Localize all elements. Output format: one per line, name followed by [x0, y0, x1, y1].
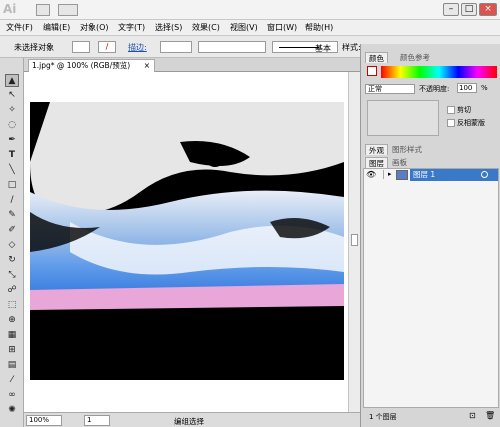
maximize-button[interactable]: □: [461, 3, 477, 16]
invert-mask-label: 反相蒙版: [457, 119, 485, 127]
target-circle-icon[interactable]: [481, 171, 488, 178]
menu-object[interactable]: 对象(O): [80, 22, 109, 33]
visibility-eye-icon[interactable]: 👁: [366, 170, 376, 179]
menu-type[interactable]: 文字(T): [118, 22, 145, 33]
layer-name-highlight[interactable]: 图层 1: [410, 169, 498, 181]
tab-artboards[interactable]: 画板: [389, 157, 410, 168]
arrange-documents-button[interactable]: [58, 4, 78, 16]
tab-appearance[interactable]: 外观: [365, 144, 388, 155]
clip-label: 剪切: [457, 106, 471, 114]
panel-dock: 颜色 颜色参考 正常 不透明度: 100 % 剪切 反相蒙版 外观 图形样式 图…: [360, 44, 500, 427]
document-tab-title: 1.jpg* @ 100% (RGB/预览): [32, 61, 131, 70]
stroke-weight-field[interactable]: [160, 41, 192, 53]
fill-stroke-indicator[interactable]: [367, 66, 377, 76]
invert-mask-checkbox[interactable]: [447, 119, 455, 127]
menu-view[interactable]: 视图(V): [230, 22, 258, 33]
vertical-scroll-thumb[interactable]: [351, 234, 358, 246]
document-tab[interactable]: 1.jpg* @ 100% (RGB/预览) ×: [28, 59, 155, 72]
tab-layers[interactable]: 图层: [365, 157, 388, 168]
menu-file[interactable]: 文件(F): [6, 22, 33, 33]
tab-color[interactable]: 颜色: [365, 52, 388, 63]
zoom-select[interactable]: 100%: [26, 415, 62, 426]
color-spectrum[interactable]: [381, 66, 497, 78]
magic-wand-tool-icon[interactable]: ✧: [5, 104, 19, 117]
menu-select[interactable]: 选择(S): [155, 22, 182, 33]
layer-count: 1 个图层: [369, 413, 397, 421]
rectangle-tool-icon[interactable]: □: [5, 179, 19, 192]
scale-tool-icon[interactable]: ⤡: [5, 269, 19, 282]
app-logo: Ai: [3, 2, 17, 16]
perspective-grid-tool-icon[interactable]: ▦: [5, 329, 19, 342]
paintbrush-tool-icon[interactable]: ∕: [5, 194, 19, 207]
delete-layer-icon[interactable]: 🗑: [485, 411, 495, 420]
menu-edit[interactable]: 编辑(E): [43, 22, 70, 33]
close-button[interactable]: ×: [479, 3, 497, 16]
document-tab-bar: 1.jpg* @ 100% (RGB/预览) ×: [24, 58, 360, 72]
stroke-label[interactable]: 描边:: [128, 42, 147, 53]
opacity-label: 不透明度:: [419, 85, 450, 93]
menu-help[interactable]: 帮助(H): [305, 22, 333, 33]
expand-triangle-icon[interactable]: ▸: [388, 170, 392, 178]
blob-brush-tool-icon[interactable]: ✐: [5, 224, 19, 237]
tools-panel: ▲ ↖ ✧ ◌ ✒ T ╲ □ ∕ ✎ ✐ ◇ ↻ ⤡ ☍ ⬚ ⊕ ▦ ⊞ ▤ …: [0, 58, 24, 427]
opacity-unit: %: [481, 84, 488, 92]
shape-builder-tool-icon[interactable]: ⊕: [5, 314, 19, 327]
vertical-scrollbar[interactable]: [348, 72, 360, 412]
lasso-tool-icon[interactable]: ◌: [5, 119, 19, 132]
eraser-tool-icon[interactable]: ◇: [5, 239, 19, 252]
close-tab-icon[interactable]: ×: [144, 60, 150, 72]
menu-effect[interactable]: 效果(C): [192, 22, 220, 33]
eyedropper-tool-icon[interactable]: ⁄: [5, 374, 19, 387]
layer-name: 图层 1: [413, 170, 436, 179]
brush-style-label: 基本: [315, 44, 331, 53]
status-mode: 编组选择: [174, 417, 204, 426]
brush-definition-field[interactable]: 基本: [272, 41, 338, 53]
layers-list: 👁 ▸ 图层 1: [363, 168, 499, 408]
stroke-swatch[interactable]: ∕: [98, 41, 116, 53]
bridge-button[interactable]: [36, 4, 50, 16]
layer-thumbnail: [396, 170, 408, 180]
artwork-graphic: [30, 102, 344, 380]
gradient-tool-icon[interactable]: ▤: [5, 359, 19, 372]
lock-toggle-icon[interactable]: [378, 170, 384, 179]
free-transform-tool-icon[interactable]: ⬚: [5, 299, 19, 312]
opacity-field[interactable]: 100: [457, 83, 477, 93]
artwork-image[interactable]: [30, 102, 344, 380]
new-layer-icon[interactable]: ⊡: [469, 411, 476, 420]
pencil-tool-icon[interactable]: ✎: [5, 209, 19, 222]
style-kind-label: 样式:: [342, 43, 361, 52]
selection-tool-icon[interactable]: ▲: [5, 74, 19, 87]
clip-checkbox[interactable]: [447, 106, 455, 114]
selection-status: 未选择对象: [14, 43, 54, 52]
title-bar: Ai – □ ×: [0, 0, 500, 20]
mask-thumbnail[interactable]: [367, 100, 439, 136]
fill-swatch[interactable]: [72, 41, 90, 53]
blend-tool-icon[interactable]: ∞: [5, 389, 19, 402]
pen-tool-icon[interactable]: ✒: [5, 134, 19, 147]
line-tool-icon[interactable]: ╲: [5, 164, 19, 177]
status-bar: 100% 1 编组选择: [24, 412, 360, 427]
symbol-sprayer-tool-icon[interactable]: ✺: [5, 404, 19, 417]
layer-row[interactable]: 👁 ▸ 图层 1: [364, 169, 498, 181]
rotate-tool-icon[interactable]: ↻: [5, 254, 19, 267]
minimize-button[interactable]: –: [443, 3, 459, 16]
warp-tool-icon[interactable]: ☍: [5, 284, 19, 297]
type-tool-icon[interactable]: T: [5, 149, 19, 162]
variable-width-field[interactable]: [198, 41, 266, 53]
tab-color-guide[interactable]: 颜色参考: [397, 52, 433, 63]
menu-window[interactable]: 窗口(W): [267, 22, 297, 33]
direct-selection-tool-icon[interactable]: ↖: [5, 89, 19, 102]
tab-graphic-styles[interactable]: 图形样式: [389, 144, 425, 155]
mesh-tool-icon[interactable]: ⊞: [5, 344, 19, 357]
blend-mode-select[interactable]: 正常: [365, 84, 415, 94]
menu-bar: 文件(F) 编辑(E) 对象(O) 文字(T) 选择(S) 效果(C) 视图(V…: [0, 20, 500, 36]
artboard-page-select[interactable]: 1: [84, 415, 110, 426]
